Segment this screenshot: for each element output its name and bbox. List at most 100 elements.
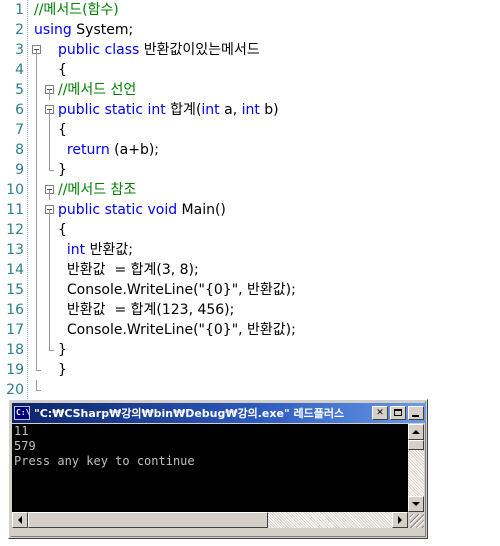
fold-line <box>49 190 50 200</box>
gutter-separator <box>27 340 28 360</box>
fold-line <box>36 120 37 140</box>
code-text: int 반환값; <box>58 240 133 260</box>
code-token: } <box>58 162 67 178</box>
line-number: 7 <box>15 122 24 138</box>
code-text: { <box>58 220 67 240</box>
line-number: 17 <box>6 322 24 338</box>
fold-line <box>49 160 50 170</box>
minimize-button[interactable] <box>408 406 424 420</box>
code-text: Console.WriteLine("{0}", 반환값); <box>58 280 296 300</box>
resize-grip[interactable] <box>408 512 424 528</box>
arrow-up-icon <box>412 430 420 434</box>
console-window[interactable]: C:\ "C:₩CSharp₩강의₩bin₩Debug₩강의.exe" 레드플러… <box>8 399 428 539</box>
gutter-separator <box>27 240 28 260</box>
console-titlebar[interactable]: C:\ "C:₩CSharp₩강의₩bin₩Debug₩강의.exe" 레드플러… <box>12 403 426 423</box>
code-line[interactable]: 6 public static int 합계(int a, int b) <box>0 100 500 120</box>
code-token: { <box>58 62 67 78</box>
fold-line <box>36 80 37 100</box>
code-line[interactable]: 13 int 반환값; <box>0 240 500 260</box>
code-token: } <box>58 342 67 358</box>
code-line[interactable]: 16 반환값 = 합계(123, 456); <box>0 300 500 320</box>
code-editor[interactable]: 1 //메서드(함수) 2 using System; 3 public class 반환… <box>0 0 500 400</box>
code-line[interactable]: 20 <box>0 380 500 400</box>
code-token: int <box>241 102 265 118</box>
code-token: public static int <box>58 102 171 118</box>
gutter-separator <box>27 60 28 80</box>
fold-marker-level1 <box>31 200 44 220</box>
console-output-line: 579 <box>14 439 36 453</box>
code-line[interactable]: 2 using System; <box>0 20 500 40</box>
code-token: //메서드 선언 <box>58 82 137 98</box>
fold-marker-level2 <box>44 320 57 340</box>
code-token: 반환값; <box>89 242 133 258</box>
code-line[interactable]: 3 public class 반환값이있는메서드 <box>0 40 500 60</box>
fold-line <box>36 180 37 200</box>
vertical-scrollbar[interactable] <box>408 424 424 512</box>
code-line[interactable]: 18} <box>0 340 500 360</box>
code-line[interactable]: 14 반환값 = 합계(3, 8); <box>0 260 500 280</box>
code-line[interactable]: 1 //메서드(함수) <box>0 0 500 20</box>
code-token: { <box>58 222 67 238</box>
code-token: 반환값 = 합계(123, 456); <box>58 302 235 318</box>
code-line[interactable]: 17 Console.WriteLine("{0}", 반환값); <box>0 320 500 340</box>
code-token: { <box>58 122 67 138</box>
code-line[interactable]: 5 //메서드 선언 <box>0 80 500 100</box>
fold-marker-level2[interactable] <box>44 180 57 200</box>
code-line[interactable]: 15 Console.WriteLine("{0}", 반환값); <box>0 280 500 300</box>
scroll-down-button[interactable] <box>408 496 424 512</box>
fold-marker-level2[interactable] <box>44 80 57 100</box>
code-text: } <box>58 160 67 180</box>
console-output-area[interactable]: 11 579 Press any key to continue <box>12 424 408 512</box>
fold-marker-level1 <box>31 140 44 160</box>
horizontal-scrollbar[interactable] <box>12 512 408 528</box>
fold-line <box>49 110 50 120</box>
line-number: 3 <box>15 42 24 58</box>
code-text: public static void Main() <box>58 200 226 220</box>
fold-line <box>36 320 37 340</box>
maximize-button[interactable] <box>390 406 406 420</box>
fold-marker-level1 <box>31 120 44 140</box>
gutter-separator <box>27 260 28 280</box>
scroll-left-button[interactable] <box>12 512 28 528</box>
console-icon-text: C:\ <box>16 408 31 417</box>
code-line[interactable]: 10 //메서드 참조 <box>0 180 500 200</box>
line-number: 4 <box>15 62 24 78</box>
code-line[interactable]: 19} <box>0 360 500 380</box>
scroll-up-button[interactable] <box>408 424 424 440</box>
code-line[interactable]: 4{ <box>0 60 500 80</box>
gutter-separator <box>27 120 28 140</box>
fold-line <box>49 280 50 300</box>
code-line[interactable]: 8 return (a+b); <box>0 140 500 160</box>
scroll-right-button[interactable] <box>392 512 408 528</box>
horizontal-scroll-thumb[interactable] <box>28 512 268 528</box>
fold-line <box>49 340 50 350</box>
code-token: using <box>34 22 77 38</box>
code-text: using System; <box>34 20 133 40</box>
code-token: Console.WriteLine("{0}", 반환값); <box>58 322 296 338</box>
console-window-icon: C:\ <box>14 406 30 420</box>
code-line[interactable]: 9} <box>0 160 500 180</box>
fold-marker-level2 <box>44 240 57 260</box>
code-text: //메서드 선언 <box>58 80 136 100</box>
fold-marker-level2[interactable] <box>44 200 57 220</box>
gutter-separator <box>27 280 28 300</box>
gutter-separator <box>27 300 28 320</box>
fold-marker-level2[interactable] <box>44 100 57 120</box>
fold-line <box>36 240 37 260</box>
close-button[interactable]: ✕ <box>372 406 388 420</box>
fold-marker-level1[interactable] <box>31 40 44 60</box>
fold-line <box>36 100 37 120</box>
fold-marker-level1 <box>31 180 44 200</box>
gutter-separator <box>27 140 28 160</box>
fold-marker-level2 <box>44 300 57 320</box>
code-line[interactable]: 12 { <box>0 220 500 240</box>
vertical-scroll-thumb[interactable] <box>408 440 424 450</box>
fold-line <box>36 50 37 60</box>
gutter-separator <box>27 160 28 180</box>
code-token: 합계 <box>170 102 196 118</box>
fold-marker-level2 <box>44 140 57 160</box>
code-line[interactable]: 11 public static void Main() <box>0 200 500 220</box>
code-line[interactable]: 7{ <box>0 120 500 140</box>
fold-marker-level1 <box>31 280 44 300</box>
gutter-separator <box>27 180 28 200</box>
